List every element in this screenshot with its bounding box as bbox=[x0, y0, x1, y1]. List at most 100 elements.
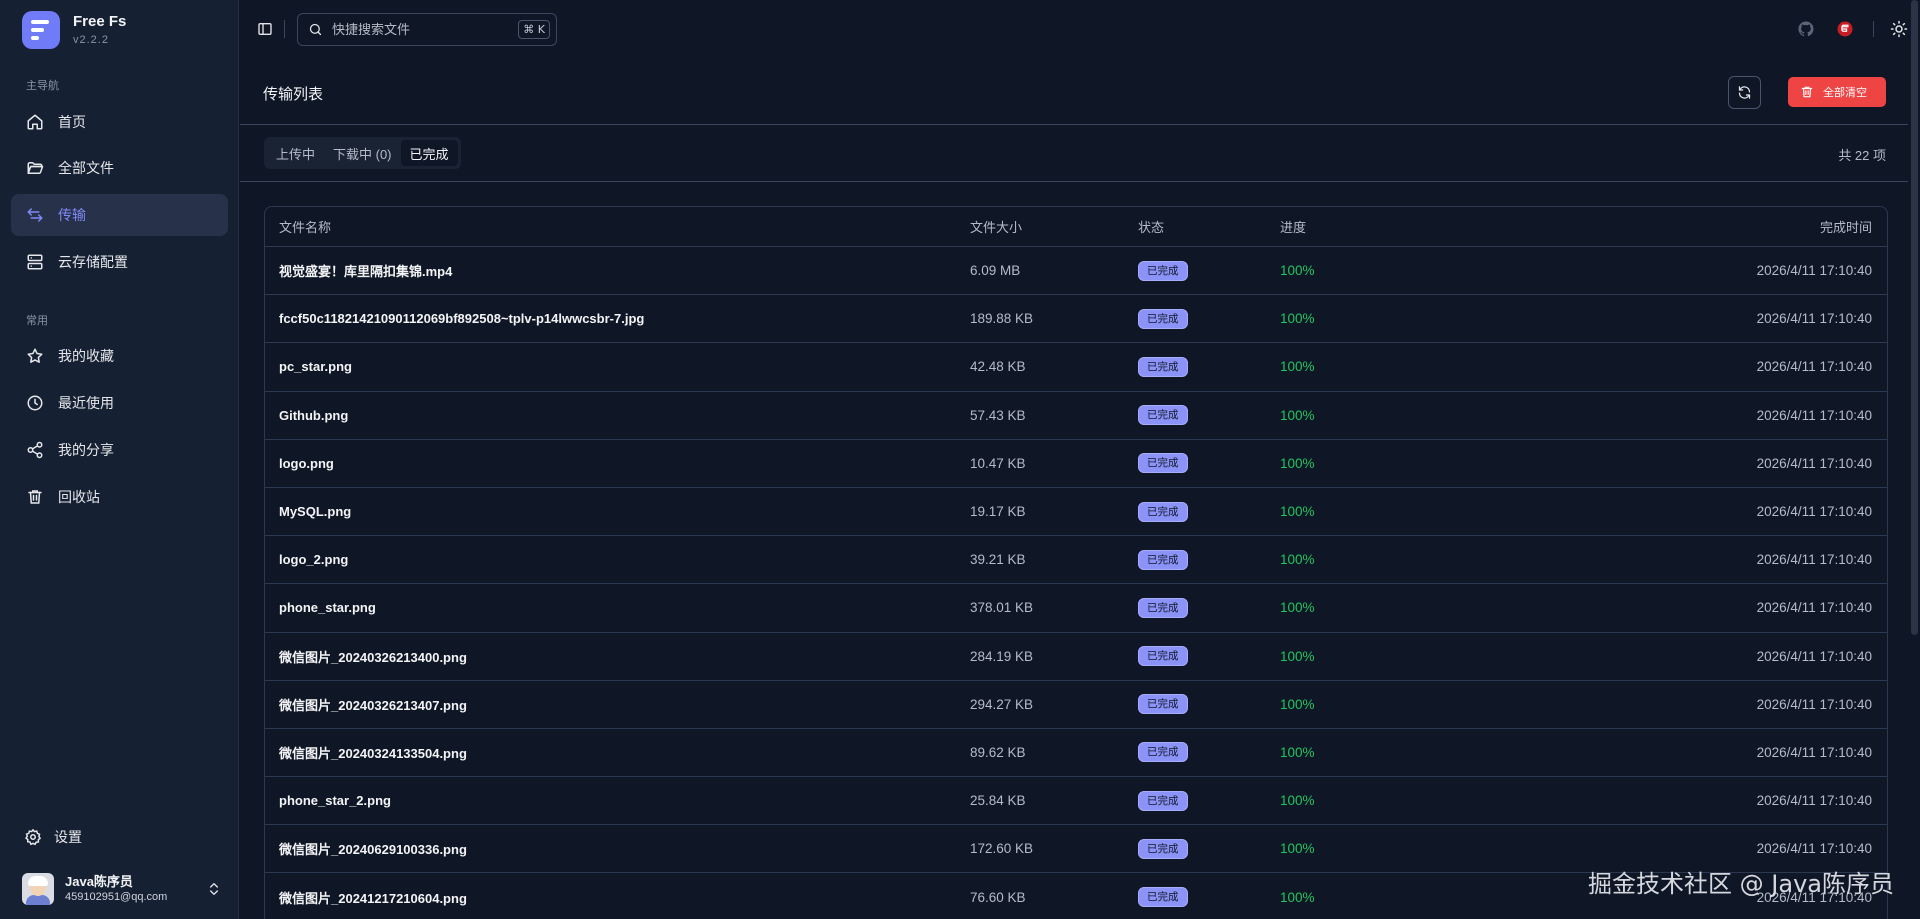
file-name: 微信图片_20240326213407.png bbox=[279, 697, 467, 713]
folder-icon bbox=[27, 162, 44, 174]
completed-time: 2026/4/11 17:10:40 bbox=[1756, 793, 1872, 809]
file-size: 57.43 KB bbox=[970, 407, 1026, 423]
file-size: 189.88 KB bbox=[970, 311, 1034, 327]
sidebar-item-favorites[interactable]: 我的收藏 bbox=[11, 335, 228, 377]
progress-value: 100% bbox=[1280, 552, 1315, 568]
file-size: 294.27 KB bbox=[970, 696, 1034, 712]
gitee-icon[interactable] bbox=[1836, 20, 1854, 38]
table-row[interactable]: pc_star.png 42.48 KB 已完成 100% 2026/4/11 17:1… bbox=[265, 343, 1887, 392]
file-name: logo_2.png bbox=[279, 552, 349, 568]
search-input[interactable] bbox=[332, 22, 512, 37]
status-badge: 已完成 bbox=[1138, 742, 1188, 763]
status-badge: 已完成 bbox=[1138, 887, 1188, 908]
sidebar-item-shares[interactable]: 我的分享 bbox=[11, 429, 228, 471]
progress-value: 100% bbox=[1280, 889, 1315, 905]
file-name: 视觉盛宴！库里隔扣集锦.mp4 bbox=[279, 264, 453, 280]
user-profile[interactable]: Java陈序员 459102951@qq.com bbox=[22, 873, 222, 905]
chevron-up-down-icon[interactable] bbox=[206, 881, 222, 897]
table-row[interactable]: 视觉盛宴！库里隔扣集锦.mp4 6.09 MB 已完成 100% 2026/4/11 1… bbox=[265, 247, 1887, 296]
main-nav-label: 主导航 bbox=[26, 80, 59, 92]
file-name: phone_star_2.png bbox=[279, 793, 391, 809]
avatar bbox=[22, 873, 54, 905]
table-row[interactable]: MySQL.png 19.17 KB 已完成 100% 2026/4/11 17:10:… bbox=[265, 488, 1887, 537]
sidebar-item-transfer[interactable]: 传输 bbox=[11, 194, 228, 236]
progress-value: 100% bbox=[1280, 600, 1315, 616]
brand[interactable]: Free Fs v2.2.2 bbox=[22, 11, 126, 49]
completed-time: 2026/4/11 17:10:40 bbox=[1756, 841, 1872, 857]
clear-all-label: 全部清空 bbox=[1823, 87, 1867, 99]
app-version: v2.2.2 bbox=[73, 34, 109, 46]
clock-icon bbox=[27, 395, 43, 411]
table-row[interactable]: 微信图片_20240326213400.png 284.19 KB 已完成 100% 2… bbox=[265, 633, 1887, 681]
status-badge: 已完成 bbox=[1138, 694, 1188, 715]
file-size: 10.47 KB bbox=[970, 455, 1026, 471]
user-name: Java陈序员 bbox=[65, 874, 133, 889]
sidebar-item-all-files[interactable]: 全部文件 bbox=[11, 147, 228, 189]
table-row[interactable]: Github.png 57.43 KB 已完成 100% 2026/4/11 17:10… bbox=[265, 392, 1887, 440]
table-body: 视觉盛宴！库里隔扣集锦.mp4 6.09 MB 已完成 100% 2026/4/11 1… bbox=[265, 247, 1887, 919]
tab-downloading[interactable]: 下载中 (0) bbox=[324, 140, 401, 166]
table-row[interactable]: logo_2.png 39.21 KB 已完成 100% 2026/4/11 17:10… bbox=[265, 536, 1887, 585]
table-row[interactable]: 微信图片_20240324133504.png 89.62 KB 已完成 100% 20… bbox=[265, 729, 1887, 778]
completed-time: 2026/4/11 17:10:40 bbox=[1756, 648, 1872, 664]
status-badge: 已完成 bbox=[1138, 646, 1188, 667]
github-icon[interactable] bbox=[1797, 20, 1815, 38]
status-cell: 已完成 bbox=[1138, 646, 1280, 667]
file-name: 微信图片_20240324133504.png bbox=[279, 745, 467, 761]
sidebar-item-label: 我的收藏 bbox=[58, 348, 114, 364]
progress-value: 100% bbox=[1280, 696, 1315, 712]
progress-value: 100% bbox=[1280, 359, 1315, 375]
sidebar: Free Fs v2.2.2 主导航 首页 全部文件 传输 云存储配置 常用 我… bbox=[0, 0, 239, 919]
table-row[interactable]: logo.png 10.47 KB 已完成 100% 2026/4/11 17:10:4… bbox=[265, 440, 1887, 488]
column-header-status: 状态 bbox=[1138, 220, 1165, 235]
progress-value: 100% bbox=[1280, 841, 1315, 857]
transfer-icon bbox=[27, 208, 43, 222]
scrollbar[interactable] bbox=[1908, 0, 1920, 919]
completed-time: 2026/4/11 17:10:40 bbox=[1756, 744, 1872, 760]
file-name: phone_star.png bbox=[279, 600, 376, 616]
home-icon bbox=[27, 114, 43, 130]
file-name: Github.png bbox=[279, 407, 349, 423]
clear-all-button[interactable]: 全部清空 bbox=[1788, 77, 1886, 107]
divider bbox=[240, 124, 1908, 125]
completed-time: 2026/4/11 17:10:40 bbox=[1756, 455, 1872, 471]
sidebar-item-recent[interactable]: 最近使用 bbox=[11, 382, 228, 424]
status-cell: 已完成 bbox=[1138, 549, 1280, 570]
progress-value: 100% bbox=[1280, 793, 1315, 809]
refresh-button[interactable] bbox=[1728, 76, 1761, 109]
tab-uploading[interactable]: 上传中 bbox=[267, 140, 324, 166]
scrollbar-thumb[interactable] bbox=[1911, 0, 1918, 635]
file-size: 25.84 KB bbox=[970, 793, 1026, 809]
search-shortcut: ⌘ K bbox=[518, 20, 550, 39]
sidebar-item-label: 我的分享 bbox=[58, 442, 114, 458]
status-badge: 已完成 bbox=[1138, 838, 1188, 859]
sidebar-item-home[interactable]: 首页 bbox=[11, 101, 228, 143]
progress-value: 100% bbox=[1280, 504, 1315, 520]
table-row[interactable]: phone_star.png 378.01 KB 已完成 100% 2026/4/11 … bbox=[265, 584, 1887, 633]
table-row[interactable]: fccf50c11821421090112069bf892508~tplv-p1… bbox=[265, 295, 1887, 344]
file-name: 微信图片_20240326213400.png bbox=[279, 649, 467, 665]
table-row[interactable]: 微信图片_20240326213407.png 294.27 KB 已完成 100% 2… bbox=[265, 681, 1887, 729]
status-badge: 已完成 bbox=[1138, 405, 1188, 426]
tab-completed[interactable]: 已完成 bbox=[400, 140, 458, 166]
sidebar-toggle-icon[interactable] bbox=[257, 21, 273, 37]
sidebar-item-recycle-bin[interactable]: 回收站 bbox=[11, 476, 228, 518]
status-cell: 已完成 bbox=[1138, 501, 1280, 522]
search-box[interactable]: ⌘ K bbox=[297, 13, 557, 46]
sidebar-item-storage-config[interactable]: 云存储配置 bbox=[11, 241, 228, 283]
star-icon bbox=[27, 348, 43, 363]
table-row[interactable]: phone_star_2.png 25.84 KB 已完成 100% 2026/4/11… bbox=[265, 777, 1887, 826]
completed-time: 2026/4/11 17:10:40 bbox=[1756, 600, 1872, 616]
status-cell: 已完成 bbox=[1138, 790, 1280, 811]
completed-time: 2026/4/11 17:10:40 bbox=[1756, 407, 1872, 423]
status-badge: 已完成 bbox=[1138, 260, 1188, 281]
status-cell: 已完成 bbox=[1138, 405, 1280, 426]
settings-button[interactable]: 设置 bbox=[24, 827, 82, 847]
file-name: MySQL.png bbox=[279, 504, 352, 520]
completed-time: 2026/4/11 17:10:40 bbox=[1756, 359, 1872, 375]
status-badge: 已完成 bbox=[1138, 308, 1188, 329]
completed-time: 2026/4/11 17:10:40 bbox=[1756, 696, 1872, 712]
sun-icon[interactable] bbox=[1890, 20, 1908, 38]
settings-label: 设置 bbox=[54, 829, 82, 845]
topbar-actions bbox=[1797, 20, 1908, 38]
